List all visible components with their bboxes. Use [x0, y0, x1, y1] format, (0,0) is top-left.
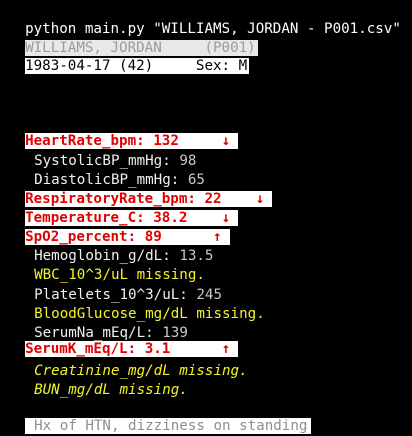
patient-dob-sex: 1983-04-17 (42) Sex: M: [25, 58, 250, 74]
arrow-down-icon: ↓: [255, 191, 265, 207]
vital-respiratory-rate: RespiratoryRate_bpm: 22 ↓: [8, 171, 273, 207]
vital-heart-rate: HeartRate_bpm: 132 ↓: [8, 113, 239, 149]
lab-platelets: Platelets_10^3/uL: 245: [8, 267, 222, 303]
command-line: python main.py "WILLIAMS, JORDAN - P001.…: [8, 1, 401, 37]
arrow-up-icon: ↑: [213, 229, 222, 245]
lab-blood-glucose: BloodGlucose_mg/dL missing.: [8, 286, 265, 322]
clinical-note: Hx of HTN, dizziness on standing: [8, 398, 312, 434]
lab-serum-k: SerumK_mEq/L: 3.1 ↑: [8, 321, 239, 357]
vital-temperature: Temperature_C: 38.2 ↓: [8, 190, 239, 226]
vital-systolic-bp: SystolicBP_mmHg: 98: [8, 133, 196, 169]
lab-bun: BUN_mg/dL missing.: [8, 362, 188, 398]
patient-header-name: WILLIAMS, JORDAN (P001): [8, 20, 258, 56]
patient-header-dob: 1983-04-17 (42) Sex: M: [8, 38, 250, 74]
lab-hemoglobin: Hemoglobin_g/dL: 13.5: [8, 228, 213, 264]
vital-diastolic-bp: DiastolicBP_mmHg: 65: [8, 152, 205, 188]
lab-creatinine: Creatinine_mg/dL missing.: [8, 343, 248, 379]
lab-wbc: WBC_10^3/uL missing.: [8, 247, 205, 283]
terminal-window: { "terminal": { "command": "python main.…: [0, 0, 412, 434]
vital-spo2: SpO2_percent: 89 ↑: [8, 209, 230, 245]
arrow-down-icon: ↓: [221, 133, 231, 149]
clinical-note-text: Hx of HTN, dizziness on standing: [25, 418, 312, 434]
missing-bun: BUN_mg/dL missing.: [34, 382, 188, 398]
